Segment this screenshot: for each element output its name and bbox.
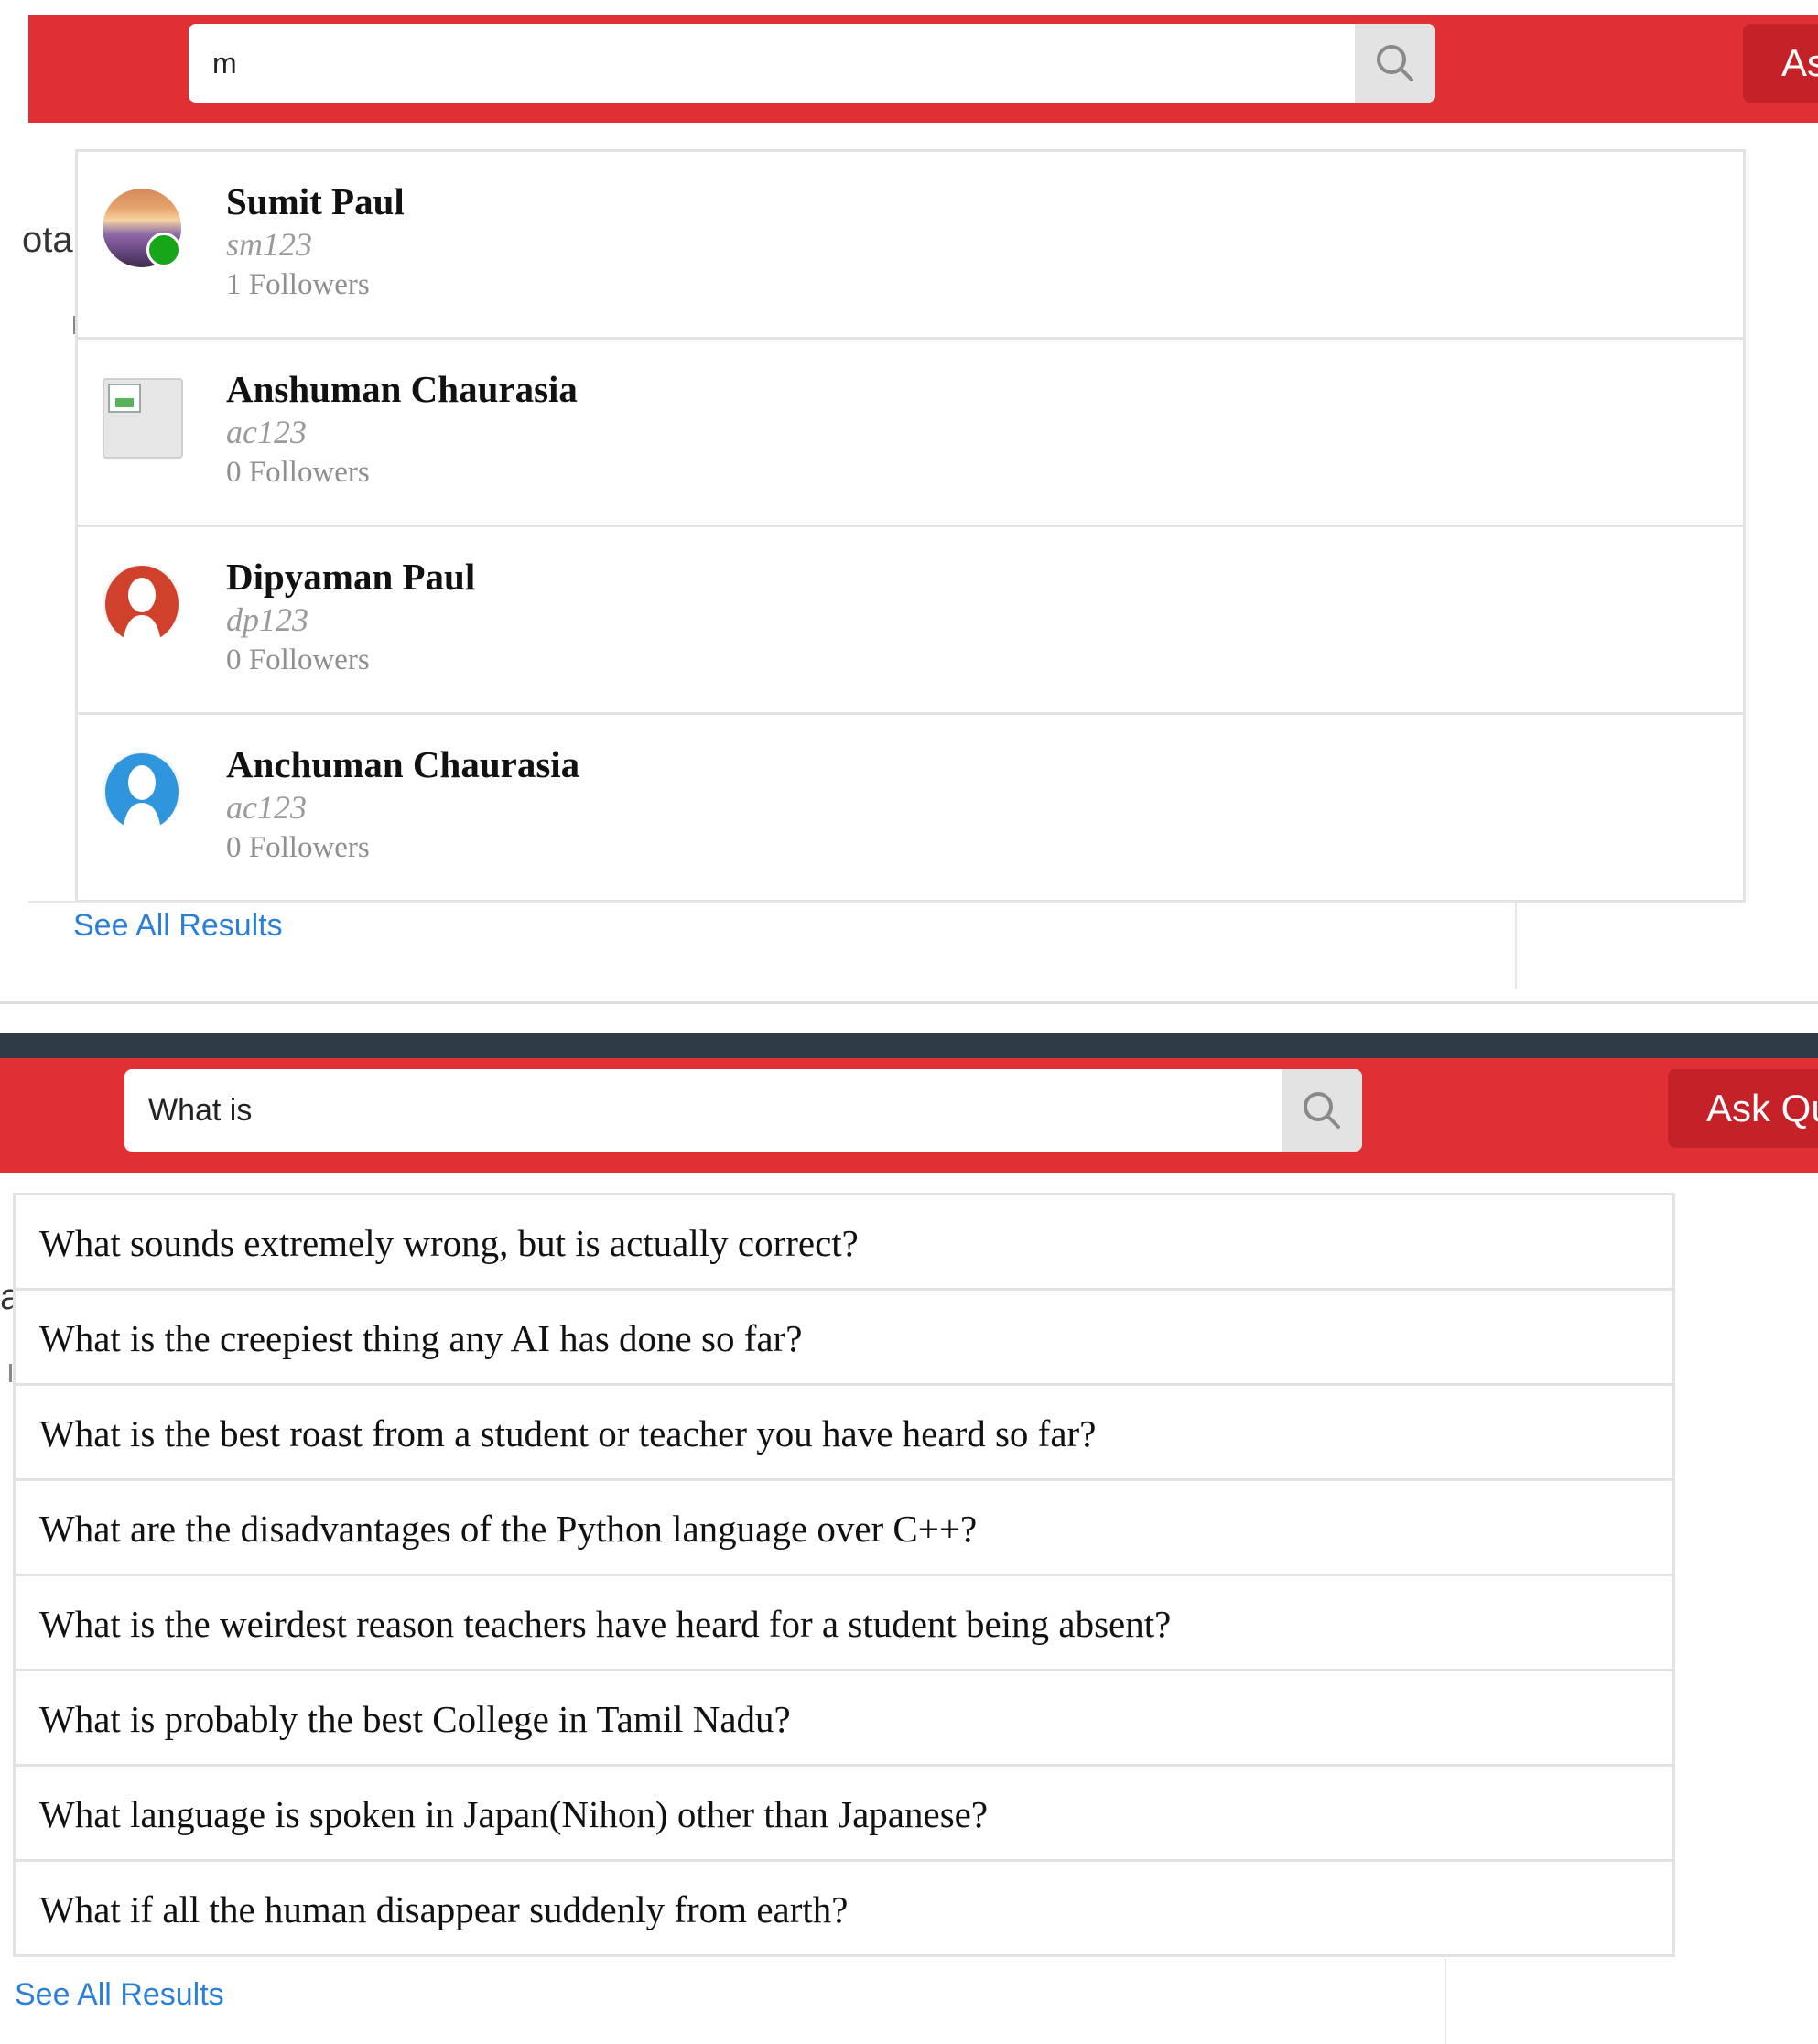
user-followers: 1 Followers	[226, 268, 370, 301]
question-result-row[interactable]: What if all the human disappear suddenly…	[16, 1862, 1672, 1957]
question-result-row[interactable]: What is probably the best College in Tam…	[16, 1671, 1672, 1767]
background-divider	[9, 1364, 12, 1382]
avatar	[103, 564, 181, 643]
question-result-row[interactable]: What is the best roast from a student or…	[16, 1386, 1672, 1481]
user-result-row[interactable]: Anchuman Chaurasia ac123 0 Followers	[78, 715, 1743, 903]
see-all-footer	[13, 1959, 1446, 2044]
panel-divider	[0, 1001, 1818, 1004]
user-silhouette-icon	[103, 752, 181, 830]
question-result-row[interactable]: What language is spoken in Japan(Nihon) …	[16, 1767, 1672, 1862]
question-result-row[interactable]: What is the weirdest reason teachers hav…	[16, 1576, 1672, 1671]
see-all-results-link[interactable]: See All Results	[15, 1977, 224, 2013]
user-name: Dipyaman Paul	[226, 556, 476, 598]
online-status-dot	[146, 233, 181, 267]
user-name: Anshuman Chaurasia	[226, 368, 578, 410]
user-result-row[interactable]: Sumit Paul sm123 1 Followers	[78, 152, 1743, 340]
user-result-row[interactable]: Dipyaman Paul dp123 0 Followers	[78, 527, 1743, 715]
user-name: Anchuman Chaurasia	[226, 743, 580, 785]
search-icon	[1304, 1092, 1340, 1129]
avatar	[103, 376, 183, 459]
user-silhouette-icon	[103, 564, 181, 643]
user-name: Sumit Paul	[226, 180, 405, 222]
avatar	[103, 752, 181, 830]
background-text: ota	[22, 220, 73, 260]
question-result-row[interactable]: What sounds extremely wrong, but is actu…	[16, 1195, 1672, 1291]
people-search-bar	[189, 24, 1435, 103]
user-handle: dp123	[226, 601, 308, 638]
user-result-row[interactable]: Anshuman Chaurasia ac123 0 Followers	[78, 340, 1743, 527]
user-followers: 0 Followers	[226, 456, 370, 489]
ask-question-button[interactable]: Ask Qu	[1668, 1069, 1818, 1148]
question-result-row[interactable]: What is the creepiest thing any AI has d…	[16, 1291, 1672, 1386]
people-search-button[interactable]	[1355, 24, 1435, 103]
user-handle: sm123	[226, 226, 313, 263]
user-followers: 0 Followers	[226, 831, 370, 864]
question-search-button[interactable]	[1282, 1069, 1362, 1152]
broken-image-icon	[103, 378, 183, 459]
question-search-bar	[124, 1069, 1362, 1152]
question-results-dropdown: What sounds extremely wrong, but is actu…	[13, 1193, 1675, 1957]
search-icon	[1377, 45, 1413, 81]
people-search-input[interactable]	[189, 24, 1355, 103]
user-followers: 0 Followers	[226, 643, 370, 676]
avatar	[103, 189, 181, 267]
dark-band	[0, 1033, 1818, 1058]
see-all-results-link[interactable]: See All Results	[73, 908, 283, 944]
people-results-dropdown: Sumit Paul sm123 1 Followers Anshuman Ch…	[75, 149, 1746, 903]
question-search-input[interactable]	[124, 1069, 1282, 1152]
ask-question-button[interactable]: As	[1743, 24, 1818, 103]
question-result-row[interactable]: What are the disadvantages of the Python…	[16, 1481, 1672, 1576]
user-handle: ac123	[226, 414, 307, 450]
user-handle: ac123	[226, 789, 307, 826]
